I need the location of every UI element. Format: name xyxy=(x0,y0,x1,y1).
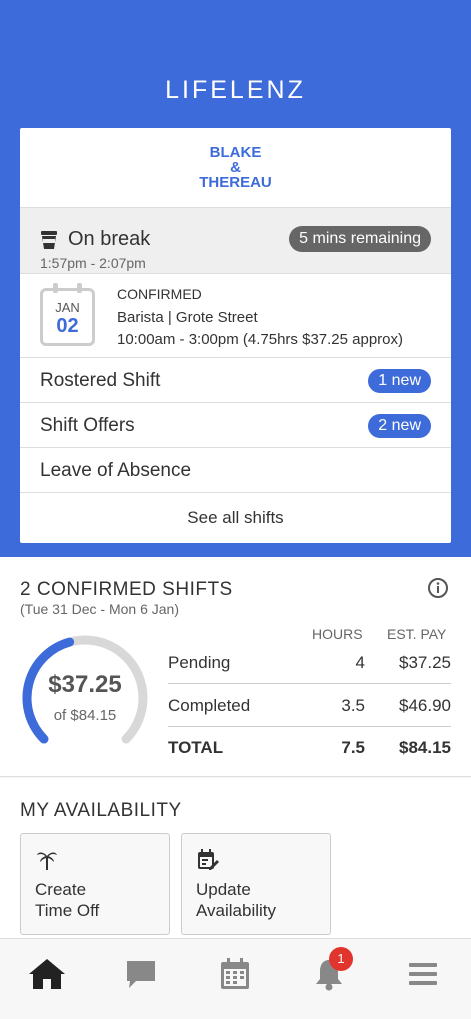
my-availability-section: MY AVAILABILITY Create Time Off Update A… xyxy=(0,778,471,938)
pending-label: Pending xyxy=(168,653,231,672)
update-availability-line-1: Update xyxy=(196,880,251,899)
create-time-off-label: Create Time Off xyxy=(35,879,155,921)
shift-month: JAN xyxy=(55,300,80,315)
tab-calendar[interactable] xyxy=(188,939,282,1009)
total-hours: 7.5 xyxy=(341,738,365,757)
see-all-shifts-link[interactable]: See all shifts xyxy=(20,493,451,543)
total-pay: $84.15 xyxy=(399,738,451,757)
rostered-shift-label: Rostered Shift xyxy=(40,370,161,391)
completed-row: Completed 3.5 $46.90 xyxy=(168,685,451,727)
chat-icon xyxy=(127,961,155,988)
confirmed-shifts-summary: 2 CONFIRMED SHIFTS (Tue 31 Dec - Mon 6 J… xyxy=(0,557,471,777)
header-hero: LIFELENZ BLAKE & THEREAU On break 1:57pm… xyxy=(0,0,471,557)
palm-tree-icon xyxy=(37,852,57,870)
pending-row: Pending 4 $37.25 xyxy=(168,642,451,684)
rostered-shift-row[interactable]: Rostered Shift 1 new xyxy=(20,358,451,403)
shift-date-calendar-icon: JAN 02 xyxy=(40,283,95,346)
tab-messages[interactable] xyxy=(94,939,188,1009)
employer-logo-row: BLAKE & THEREAU xyxy=(20,128,451,208)
tab-menu[interactable] xyxy=(376,939,470,1009)
coffee-cup-icon xyxy=(41,231,57,249)
shift-location: Barista | Grote Street xyxy=(117,309,258,326)
confirmed-shift-row[interactable]: JAN 02 CONFIRMED Barista | Grote Street … xyxy=(20,274,451,358)
current-shift-card: BLAKE & THEREAU On break 1:57pm - 2:07pm… xyxy=(20,128,451,543)
hours-column-header: HOURS xyxy=(312,626,363,642)
update-availability-line-2: Availability xyxy=(196,901,277,920)
shift-hours: 10:00am - 3:00pm (4.75hrs $37.25 approx) xyxy=(117,331,404,348)
shift-offers-label: Shift Offers xyxy=(40,415,135,436)
update-availability-button[interactable]: Update Availability xyxy=(181,833,331,935)
total-amount: of $84.15 xyxy=(53,707,117,724)
calendar-icon xyxy=(221,958,249,989)
leave-of-absence-row[interactable]: Leave of Absence xyxy=(20,448,451,493)
app-brand: LIFELENZ xyxy=(165,76,306,104)
tab-home[interactable] xyxy=(0,939,94,1009)
tab-notifications[interactable] xyxy=(282,939,376,1009)
est-pay-column-header: EST. PAY xyxy=(387,626,447,642)
info-icon[interactable] xyxy=(427,577,449,599)
break-remaining-badge: 5 mins remaining xyxy=(289,226,431,252)
leave-of-absence-label: Leave of Absence xyxy=(40,460,192,481)
total-label: TOTAL xyxy=(168,738,224,757)
home-icon xyxy=(29,959,65,989)
bottom-tab-bar: 1 xyxy=(0,938,471,1019)
shift-day: 02 xyxy=(56,315,79,337)
create-time-off-line-1: Create xyxy=(35,880,87,899)
menu-icon xyxy=(409,963,437,985)
logo-line-2: & xyxy=(230,159,241,176)
employer-logo: BLAKE & THEREAU xyxy=(199,145,272,190)
logo-line-3: THEREAU xyxy=(199,174,272,191)
pending-pay: $37.25 xyxy=(399,653,451,672)
logo-line-1: BLAKE xyxy=(209,144,262,161)
completed-label: Completed xyxy=(168,696,251,715)
completed-hours: 3.5 xyxy=(341,696,365,715)
availability-title: MY AVAILABILITY xyxy=(20,800,182,821)
shift-offers-badge: 2 new xyxy=(368,414,431,438)
total-row: TOTAL 7.5 $84.15 xyxy=(168,727,451,769)
break-status-row[interactable]: On break 1:57pm - 2:07pm 5 mins remainin… xyxy=(20,208,451,274)
summary-date-range: (Tue 31 Dec - Mon 6 Jan) xyxy=(20,601,179,617)
create-time-off-line-2: Time Off xyxy=(35,901,100,920)
break-time: 1:57pm - 2:07pm xyxy=(40,255,146,271)
shift-status: CONFIRMED xyxy=(117,286,202,302)
completed-pay: $46.90 xyxy=(399,696,451,715)
notification-count-badge: 1 xyxy=(329,947,353,971)
create-time-off-button[interactable]: Create Time Off xyxy=(20,833,170,935)
rostered-shift-badge: 1 new xyxy=(368,369,431,393)
update-availability-label: Update Availability xyxy=(196,879,316,921)
shift-offers-row[interactable]: Shift Offers 2 new xyxy=(20,403,451,448)
pending-hours: 4 xyxy=(355,653,365,672)
edit-calendar-icon xyxy=(198,849,219,870)
summary-title: 2 CONFIRMED SHIFTS xyxy=(20,579,233,600)
break-title: On break xyxy=(68,228,151,250)
earned-amount: $37.25 xyxy=(48,671,122,698)
